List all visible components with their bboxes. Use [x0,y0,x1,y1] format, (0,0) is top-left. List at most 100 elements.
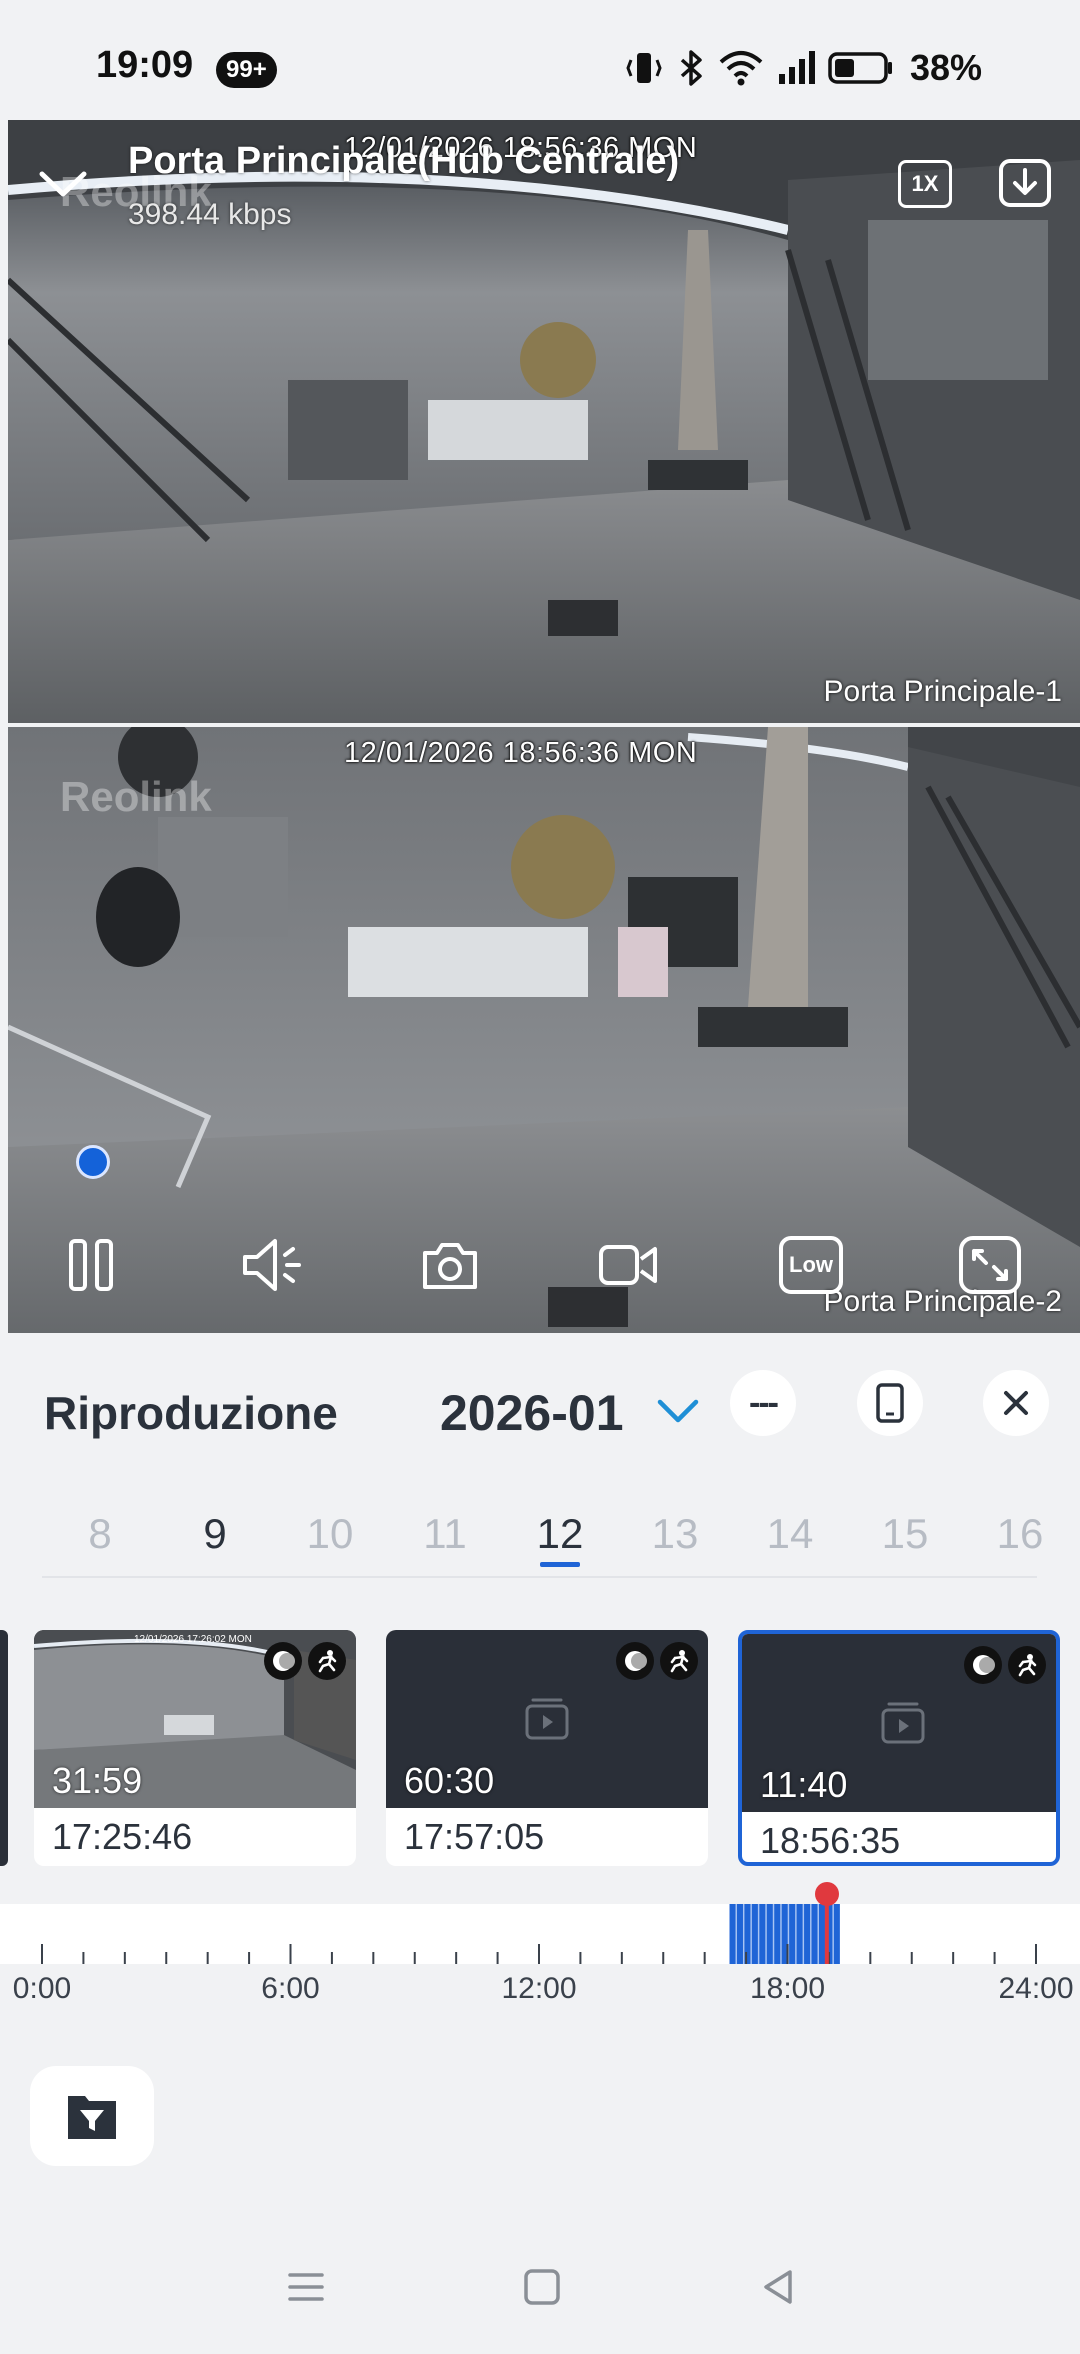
clip-tags [964,1646,1046,1684]
vibrate-icon [624,48,664,88]
close-button[interactable] [983,1370,1049,1436]
feed-camera-label-1: Porta Principale-1 [823,675,1062,708]
clip-start-time: 17:25:46 [52,1816,193,1857]
timeline-recording-block [833,1904,840,1964]
record-button[interactable] [596,1232,662,1298]
nav-home-button[interactable] [512,2262,572,2312]
more-label: --- [749,1383,779,1422]
timeline-hour-label: 12:00 [501,1972,577,2005]
timeline-labels: 0:00 6:00 12:00 18:00 24:00 [0,1972,1080,2012]
bluetooth-icon [676,48,706,88]
clip-duration: 31:59 [52,1760,143,1801]
day-night-icon [264,1642,302,1680]
pause-button[interactable] [56,1232,126,1298]
back-button[interactable] [38,164,88,204]
timeline-recording-block [774,1904,781,1964]
download-icon [999,159,1051,207]
quality-label: Low [779,1236,843,1294]
timeline-cursor-handle[interactable] [814,1882,839,1906]
timeline-recording-block [818,1904,825,1964]
timeline[interactable] [0,1904,1080,1964]
recording-clip[interactable]: 12/01/2026 17:26:02 MON 31:59 17:25:46 [34,1630,356,1866]
timeline-recording-block [766,1904,773,1964]
playback-speed-button[interactable]: 1X [898,160,952,208]
fullscreen-button[interactable] [956,1232,1024,1298]
motion-person-icon [308,1642,346,1680]
notification-badge: 99+ [216,52,277,88]
player-title: Porta Principale(Hub Centrale) [128,140,680,182]
timeline-recording-block [736,1904,743,1964]
bitrate-readout: 398.44 kbps [128,198,292,231]
day-selector: 8 9 10 11 12 13 14 15 16 [42,1500,1043,1578]
month-selector[interactable]: 2026-01 [440,1384,624,1442]
timeline-recording-block [759,1904,766,1964]
folder-filter-icon [68,2096,116,2139]
pause-icon [69,1239,113,1291]
expand-icon [959,1236,1021,1294]
system-nav-bar [0,2240,1080,2340]
quality-button[interactable]: Low [776,1232,846,1298]
battery-icon [828,48,894,88]
nav-menu-button[interactable] [276,2262,336,2312]
video-camera-icon [599,1245,657,1285]
timeline-hour-label: 0:00 [12,1972,72,2005]
chevron-down-icon [657,1399,699,1423]
day-tab[interactable]: 9 [175,1510,255,1558]
clip-previous-edge[interactable] [0,1630,8,1866]
timeline-recording-block [789,1904,796,1964]
feed-timestamp-2: 12/01/2026 18:56:36 MON [344,737,698,769]
back-triangle-icon [764,2270,792,2304]
motion-person-icon [1008,1646,1046,1684]
chevron-down-icon [39,171,87,197]
menu-icon [288,2273,324,2301]
timeline-recording-block [804,1904,811,1964]
seek-handle[interactable] [76,1145,110,1179]
day-tab[interactable]: 14 [750,1510,830,1558]
close-icon [1004,1391,1028,1415]
recording-clip[interactable]: 60:30 17:57:05 [386,1630,708,1866]
month-dropdown-button[interactable] [656,1396,700,1426]
day-tab[interactable]: 15 [865,1510,945,1558]
camera-icon [423,1243,477,1289]
clip-thumb-timestamp: 12/01/2026 17:26:02 MON [134,1634,252,1645]
signal-icon [776,48,816,88]
day-tab[interactable]: 8 [60,1510,140,1558]
clip-tags [264,1642,346,1680]
day-tab[interactable]: 12 [520,1510,600,1558]
day-night-icon [616,1642,654,1680]
day-tab[interactable]: 16 [980,1510,1060,1558]
feed-camera-label-2: Porta Principale-2 [823,1285,1062,1318]
device-view-button[interactable] [857,1370,923,1436]
volume-button[interactable] [236,1232,312,1298]
more-options-button[interactable]: --- [730,1370,796,1436]
timeline-recording-block [811,1904,818,1964]
video-file-icon [525,1698,569,1740]
timeline-recording-block [729,1904,736,1964]
snapshot-button[interactable] [418,1232,482,1298]
timeline-hour-label: 24:00 [998,1972,1074,2005]
camera-feed-2[interactable]: Reolink 12/01/2026 18:56:36 MON Porta Pr… [8,727,1080,1333]
home-icon [524,2269,560,2305]
clip-start-time: 17:57:05 [404,1816,545,1857]
timeline-hour-label: 6:00 [261,1972,320,2005]
nav-back-button[interactable] [748,2262,808,2312]
status-bar: 19:09 99+ 38% [0,0,1080,120]
video-file-icon [881,1702,925,1744]
playback-title: Riproduzione [44,1387,338,1439]
battery-percent: 38% [910,47,983,88]
recording-clip[interactable]: 11:40 18:56:35 [738,1630,1060,1866]
timeline-recording-block [796,1904,803,1964]
day-tab[interactable]: 11 [405,1510,485,1558]
filter-folder-button[interactable] [30,2066,154,2166]
download-button[interactable] [998,158,1052,208]
timeline-recording-block [751,1904,758,1964]
clip-duration: 11:40 [760,1764,848,1805]
volume-icon [243,1239,301,1291]
clip-start-time: 18:56:35 [760,1820,901,1861]
selected-day-underline [540,1562,580,1567]
phone-icon [876,1383,904,1423]
clip-duration: 60:30 [404,1760,495,1801]
day-tab[interactable]: 10 [290,1510,370,1558]
motion-person-icon [660,1642,698,1680]
day-tab[interactable]: 13 [635,1510,715,1558]
